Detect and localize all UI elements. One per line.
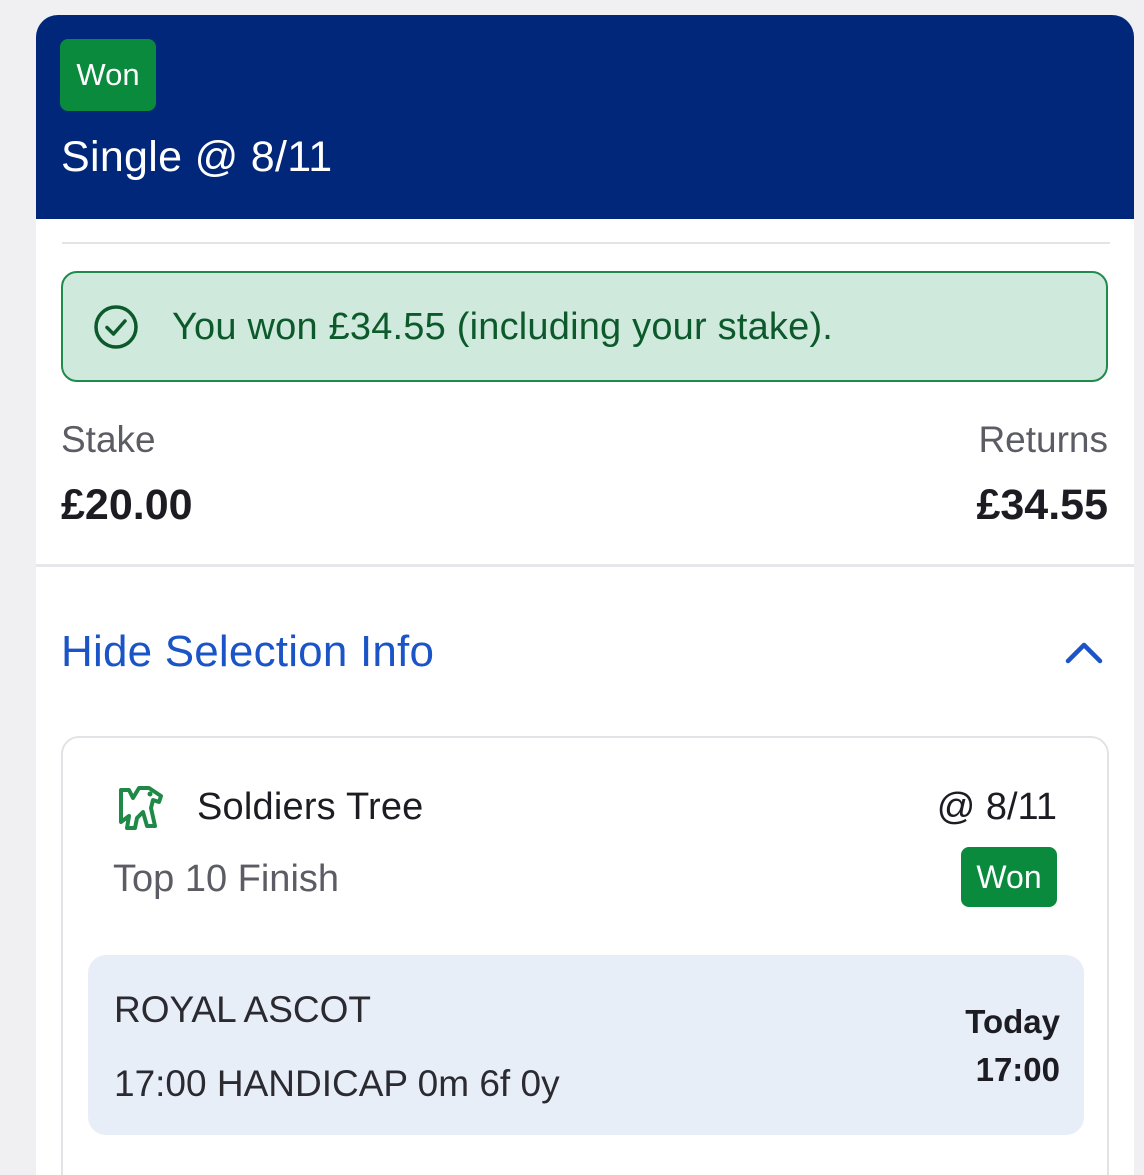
selection-card: Soldiers Tree @ 8/11 Top 10 Finish Won R…: [61, 736, 1109, 1175]
bet-status-badge: Won: [60, 39, 156, 111]
bet-title: Single @ 8/11: [61, 133, 333, 181]
toggle-label[interactable]: Hide Selection Info: [61, 627, 434, 677]
event-venue: ROYAL ASCOT: [114, 989, 372, 1030]
win-message: You won £34.55 (including your stake).: [172, 306, 834, 348]
stake-label: Stake: [61, 419, 156, 460]
selection-odds: @ 8/11: [936, 786, 1057, 828]
returns-label: Returns: [978, 419, 1108, 460]
horse-racing-icon: [119, 786, 163, 830]
selection-status-badge: Won: [961, 847, 1057, 907]
returns-value: £34.55: [976, 481, 1108, 529]
hide-selection-info-toggle[interactable]: Hide Selection Info: [36, 615, 1134, 695]
event-info: ROYAL ASCOT 17:00 HANDICAP 0m 6f 0y Toda…: [88, 955, 1084, 1135]
event-time: 17:00: [975, 1051, 1060, 1088]
stake-value: £20.00: [61, 481, 193, 529]
chevron-up-icon[interactable]: [1064, 637, 1104, 665]
event-race: 17:00 HANDICAP 0m 6f 0y: [114, 1063, 560, 1104]
win-banner: You won £34.55 (including your stake).: [61, 271, 1108, 382]
market-name: Top 10 Finish: [113, 858, 340, 900]
bet-header: Won Single @ 8/11: [36, 15, 1134, 219]
divider: [62, 242, 1110, 244]
divider: [36, 564, 1134, 567]
bet-card: Won Single @ 8/11 You won £34.55 (includ…: [36, 15, 1134, 1175]
event-day: Today: [965, 1003, 1060, 1040]
selection-name: Soldiers Tree: [197, 786, 424, 828]
check-circle-icon: [94, 305, 138, 349]
